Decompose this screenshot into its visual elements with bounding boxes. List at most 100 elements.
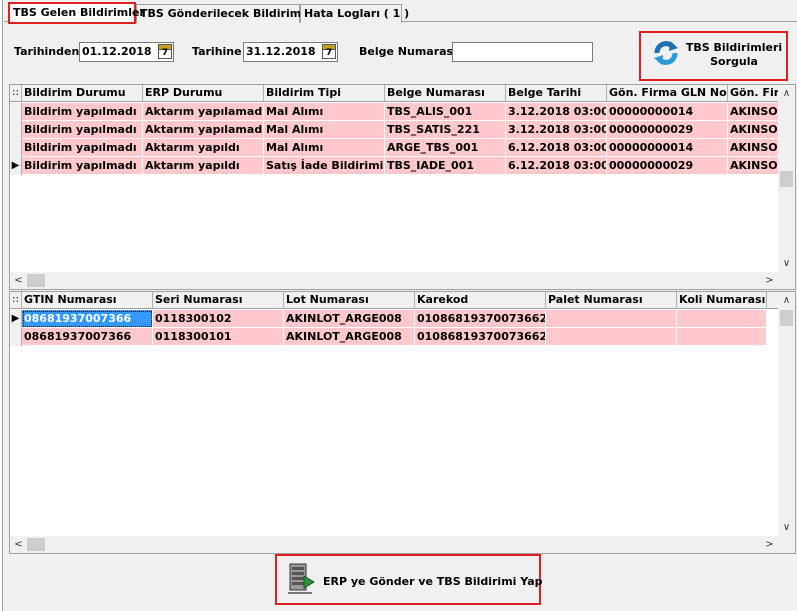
server-send-icon [288,563,315,594]
scroll-down-arrow[interactable]: ∨ [778,519,795,536]
table-cell[interactable]: TBS_IADE_001 [385,157,506,175]
scroll-down-arrow[interactable]: ∨ [778,255,795,272]
query-tbs-notifications-button[interactable]: TBS Bildirimleri Sorgula [639,31,788,81]
notifications-vertical-scrollbar[interactable]: ∧ ∨ [778,85,795,272]
tab-tbs-gonderilecek-bildirimler[interactable]: TBS Gönderilecek Bildirimler [136,4,318,23]
table-cell[interactable]: AKINSOF [728,103,780,121]
table-cell[interactable]: AKINLOT_ARGE008 [284,328,415,346]
tab-tbs-gelen-bildirimler[interactable]: TBS Gelen Bildirimler [8,2,145,24]
table-row[interactable]: Bildirim yapılmadı Aktarım yapılamadı Ma… [10,103,780,121]
column-header-lot-numarasi[interactable]: Lot Numarası [284,292,415,309]
table-cell[interactable]: 0108681937007366210 [415,328,546,346]
table-cell[interactable] [546,328,677,346]
scroll-left-arrow[interactable]: < [10,272,27,289]
scroll-right-arrow[interactable]: > [761,536,778,553]
start-date-field[interactable]: 01.12.2018 7 [79,42,174,62]
column-header-seri-numarasi[interactable]: Seri Numarası [153,292,284,309]
table-row-current[interactable]: ▶ Bildirim yapılmadı Aktarım yapıldı Sat… [10,157,780,175]
column-header-bildirim-tipi[interactable]: Bildirim Tipi [264,85,385,102]
table-row[interactable]: 08681937007366 0118300101 AKINLOT_ARGE00… [10,328,767,346]
table-cell[interactable]: TBS_SATIS_221 [385,121,506,139]
table-cell[interactable]: AKINSOF [728,139,780,157]
table-cell[interactable]: 00000000029 [607,157,728,175]
table-cell[interactable]: Bildirim yapılmadı [22,139,143,157]
table-cell[interactable]: 3.12.2018 03:00:0 [506,121,607,139]
table-cell[interactable]: 00000000029 [607,121,728,139]
row-indicator [10,103,22,121]
start-date-label: Tarihinden [14,45,80,58]
table-cell[interactable]: AKINLOT_ARGE008 [284,310,415,328]
end-date-field[interactable]: 31.12.2018 7 [243,42,338,62]
calendar-icon[interactable]: 7 [322,44,336,59]
table-cell[interactable] [677,328,767,346]
table-cell[interactable]: 0108681937007366210 [415,310,546,328]
serials-vertical-scrollbar[interactable]: ∧ ∨ [778,292,795,536]
table-cell[interactable]: AKINSOF [728,157,780,175]
scroll-thumb[interactable] [780,171,793,187]
end-date-label: Tarihine [192,45,242,58]
table-cell[interactable]: 00000000014 [607,103,728,121]
table-cell[interactable]: 3.12.2018 03:00:0 [506,103,607,121]
notifications-horizontal-scrollbar[interactable]: < > [10,272,795,289]
table-cell[interactable]: Satış İade Bildirimi [264,157,385,175]
scroll-up-arrow[interactable]: ∧ [778,85,795,102]
table-cell[interactable]: 6.12.2018 03:00:0 [506,157,607,175]
scroll-up-arrow[interactable]: ∧ [778,292,795,309]
column-header-bildirim-durumu[interactable]: Bildirim Durumu [22,85,143,102]
row-indicator [10,121,22,139]
table-cell[interactable]: Aktarım yapılamadı [143,121,264,139]
send-button-label: ERP ye Gönder ve TBS Bildirimi Yap [323,575,543,588]
table-cell[interactable]: Bildirim yapılmadı [22,121,143,139]
query-button-line2: Sorgula [710,55,758,68]
table-cell-selected[interactable]: 08681937007366 [22,310,153,328]
table-cell[interactable] [546,310,677,328]
column-header-palet-numarasi[interactable]: Palet Numarası [546,292,677,309]
table-cell[interactable]: Aktarım yapıldı [143,157,264,175]
calendar-icon[interactable]: 7 [158,44,172,59]
table-cell[interactable]: TBS_ALIS_001 [385,103,506,121]
table-cell[interactable]: Bildirim yapılmadı [22,103,143,121]
send-to-erp-button[interactable]: ERP ye Gönder ve TBS Bildirimi Yap [275,554,543,605]
table-cell[interactable]: Mal Alımı [264,139,385,157]
table-cell[interactable]: 08681937007366 [22,328,153,346]
product-serials-grid: :: GTIN Numarası Seri Numarası Lot Numar… [9,291,796,554]
table-cell[interactable]: AKINSOF [728,121,780,139]
column-header-belge-numarasi[interactable]: Belge Numarası [385,85,506,102]
table-cell[interactable]: 00000000014 [607,139,728,157]
notifications-grid-header: :: Bildirim Durumu ERP Durumu Bildirim T… [10,85,788,102]
table-cell[interactable]: Bildirim yapılmadı [22,157,143,175]
table-cell[interactable]: 0118300102 [153,310,284,328]
table-cell[interactable]: Mal Alımı [264,103,385,121]
column-header-gtin-numarasi[interactable]: GTIN Numarası [22,292,153,309]
tab-label: TBS Gönderilecek Bildirimler [140,7,318,20]
query-button-line1: TBS Bildirimleri [685,41,783,54]
table-cell[interactable] [677,310,767,328]
scroll-left-arrow[interactable]: < [10,536,27,553]
column-header-koli-numarasi[interactable]: Koli Numarası [677,292,767,309]
document-number-input[interactable] [452,42,593,62]
column-header-gon-firma-gln-no[interactable]: Gön. Firma GLN No [607,85,728,102]
notifications-grid: :: Bildirim Durumu ERP Durumu Bildirim T… [9,84,796,290]
scroll-right-arrow[interactable]: > [761,272,778,289]
tab-hata-loglari[interactable]: Hata Logları ( 1 ) [300,4,409,23]
table-cell[interactable]: Aktarım yapıldı [143,139,264,157]
scroll-thumb[interactable] [27,274,45,287]
grid-corner-indicator: :: [10,85,22,101]
row-pointer-icon: ▶ [10,310,22,328]
serials-horizontal-scrollbar[interactable]: < > [10,536,795,553]
column-header-erp-durumu[interactable]: ERP Durumu [143,85,264,102]
table-cell[interactable]: 6.12.2018 03:00:0 [506,139,607,157]
column-header-karekod[interactable]: Karekod [415,292,546,309]
table-row-current[interactable]: ▶ 08681937007366 0118300102 AKINLOT_ARGE… [10,310,767,328]
table-cell[interactable]: Mal Alımı [264,121,385,139]
table-row[interactable]: Bildirim yapılmadı Aktarım yapılamadı Ma… [10,121,780,139]
table-cell[interactable]: 0118300101 [153,328,284,346]
table-cell[interactable]: Aktarım yapılamadı [143,103,264,121]
scroll-thumb[interactable] [27,538,45,551]
scroll-thumb[interactable] [780,310,793,326]
table-row[interactable]: Bildirim yapılmadı Aktarım yapıldı Mal A… [10,139,780,157]
window-left-edge [0,0,3,611]
table-cell[interactable]: ARGE_TBS_001 [385,139,506,157]
column-header-belge-tarihi[interactable]: Belge Tarihi [506,85,607,102]
calendar-glyph: 7 [161,48,169,58]
